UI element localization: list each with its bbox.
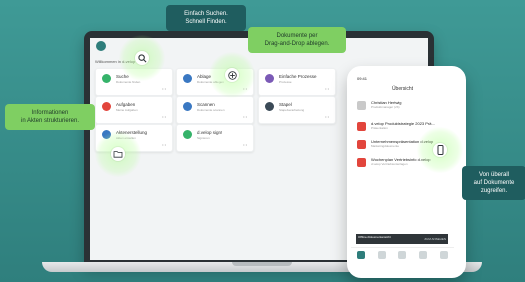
- search-tab-icon[interactable]: [398, 250, 407, 259]
- mobile-icon: [433, 143, 447, 157]
- tile-tasks[interactable]: Aufgaben Meine Aufgaben • •: [95, 96, 173, 124]
- app-logo-icon: [96, 41, 106, 51]
- callout-search: Einfach Suchen. Schnell Finden.: [166, 5, 246, 31]
- pdf-icon: [357, 158, 366, 167]
- pdf-icon: [357, 140, 366, 149]
- callout-dragdrop: Dokumente per Drag-and-Drop ablegen.: [248, 27, 346, 53]
- tile-label: Aufgaben: [116, 102, 136, 107]
- callout-text: Informationen in Akten strukturieren.: [20, 110, 80, 124]
- tile-menu-icon[interactable]: • •: [325, 86, 329, 91]
- tile-sign[interactable]: d.velop sign! Signieren • •: [176, 124, 254, 152]
- tile-menu-icon[interactable]: • •: [162, 86, 166, 91]
- laptop-notch: [232, 262, 292, 266]
- tile-sublabel: Dokumente scannen: [197, 108, 225, 112]
- tile-label: Scannen: [197, 102, 215, 107]
- folder-halo: [95, 131, 141, 177]
- tile-sublabel: Meine Aufgaben: [116, 108, 138, 112]
- phone-toast: Offline-Dokumentansicht ZUM ANSEHEN: [356, 234, 448, 244]
- toast-action[interactable]: ZUM ANSEHEN: [424, 237, 446, 241]
- upload-tile-icon: [183, 74, 192, 83]
- marketing-stage: Willkommen in d-velop Suche Dokumente fi…: [0, 0, 525, 282]
- add-icon: [225, 68, 239, 82]
- tile-menu-icon[interactable]: • •: [325, 114, 329, 119]
- scanner-tile-icon: [183, 102, 192, 111]
- item-meta: d.velop Vertriebsunterlagen: [371, 162, 408, 166]
- search-halo: [119, 35, 165, 81]
- tasks-tile-icon: [102, 102, 111, 111]
- tile-menu-icon[interactable]: • •: [162, 142, 166, 147]
- pdf-icon: [357, 122, 366, 131]
- phone-tabbar: [351, 247, 454, 261]
- callout-text: Einfach Suchen. Schnell Finden.: [184, 11, 228, 25]
- search-tile-icon: [102, 74, 111, 83]
- tile-label: Stapel: [279, 102, 292, 107]
- callout-text: Dokumente per Drag-and-Drop ablegen.: [264, 33, 330, 47]
- phone-halo: [417, 127, 463, 173]
- tile-label: d.velop sign!: [197, 130, 223, 135]
- item-meta: Marketingdokumente: [371, 144, 400, 148]
- settings-tab-icon[interactable]: [439, 250, 448, 259]
- tile-label: Einfache Prozesse: [279, 74, 317, 79]
- callout-mobile: Von überall auf Dokumente zugreifen.: [462, 166, 525, 200]
- tile-batch[interactable]: Stapel Stapelverarbeitung • •: [258, 96, 336, 124]
- tasks-tab-icon[interactable]: [377, 250, 386, 259]
- callout-structure: Informationen in Akten strukturieren.: [5, 104, 95, 130]
- tile-menu-icon[interactable]: • •: [243, 114, 247, 119]
- item-meta: Präsentation: [371, 126, 388, 130]
- phone-status-time: 09:41: [357, 76, 368, 81]
- contact-avatar-icon: [357, 101, 366, 110]
- home-tab-icon[interactable]: [357, 250, 366, 259]
- sign-tile-icon: [183, 130, 192, 139]
- tile-sublabel: Signieren: [197, 136, 210, 140]
- toast-text: Offline-Dokumentansicht: [358, 235, 391, 239]
- batch-tile-icon: [265, 102, 274, 111]
- tile-menu-icon[interactable]: • •: [162, 114, 166, 119]
- callout-text: Von überall auf Dokumente zugreifen.: [473, 172, 515, 194]
- documents-tab-icon[interactable]: [419, 250, 428, 259]
- item-meta: Produktmanager (vS): [371, 105, 400, 109]
- tile-sublabel: Prozesse: [279, 80, 292, 84]
- tile-menu-icon[interactable]: • •: [243, 142, 247, 147]
- tile-processes[interactable]: Einfache Prozesse Prozesse • •: [258, 68, 336, 96]
- folder-icon: [111, 147, 125, 161]
- phone-list-item[interactable]: Christian Hertwig Produktmanager (vS): [357, 100, 448, 113]
- dragdrop-halo: [209, 52, 255, 98]
- tile-sublabel: Stapelverarbeitung: [279, 108, 305, 112]
- tile-scan[interactable]: Scannen Dokumente scannen • •: [176, 96, 254, 124]
- process-tile-icon: [265, 74, 274, 83]
- phone-title: Übersicht: [391, 86, 414, 92]
- search-icon: [135, 51, 149, 65]
